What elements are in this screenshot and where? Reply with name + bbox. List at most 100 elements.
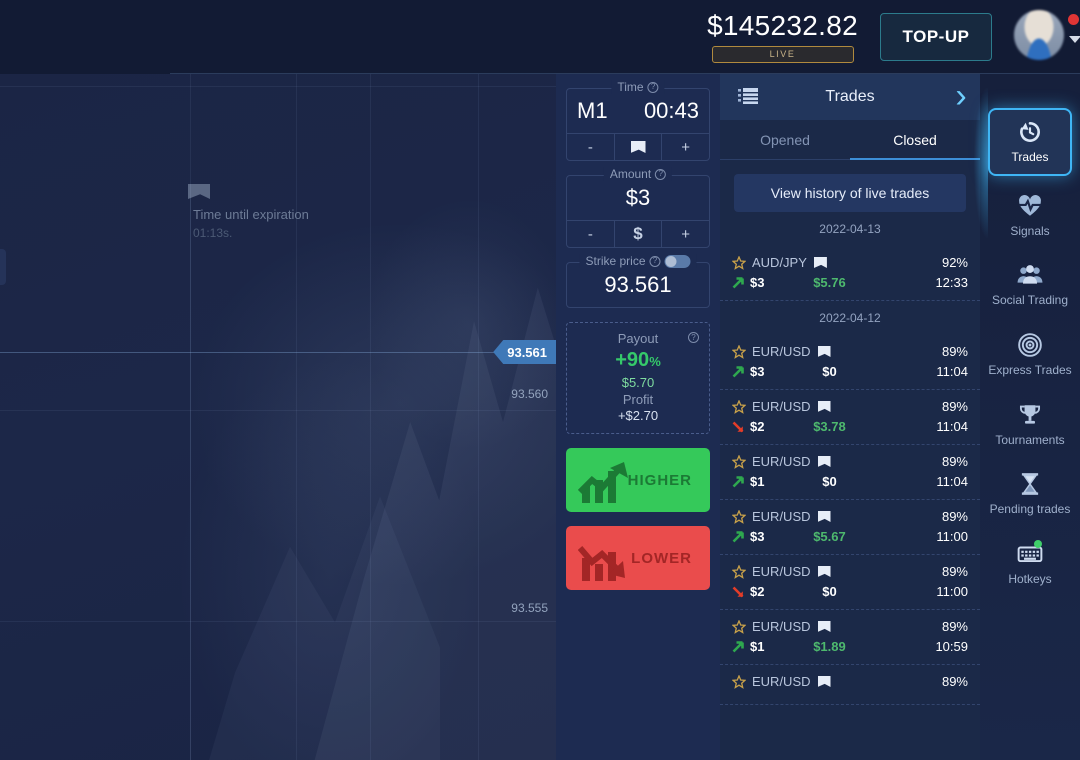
trade-row[interactable]: EUR/USD 89% (720, 665, 980, 705)
trade-row[interactable]: EUR/USD 89% $3 $5.67 11:00 (720, 500, 980, 555)
expiration-title: Time until expiration (193, 207, 309, 222)
time-plus-button[interactable]: + (661, 134, 709, 160)
strike-price-legend: Strike price ? (579, 254, 697, 268)
strike-price-value[interactable]: 93.561 (567, 263, 709, 307)
flag-icon (817, 676, 831, 687)
amount-stepper: - $ + (567, 220, 709, 247)
trade-amount: $3 (750, 364, 765, 379)
payout-percent-value: +90 (615, 349, 650, 371)
time-legend: Time ? (611, 80, 665, 94)
trade-row[interactable]: EUR/USD 89% $2 $3.78 11:04 (720, 390, 980, 445)
payout-amount: $5.70 (621, 375, 655, 390)
trade-row[interactable]: EUR/USD 89% $2 $0 11:00 (720, 555, 980, 610)
favorite-star-icon[interactable] (732, 509, 746, 524)
keyboard-icon (1017, 539, 1043, 567)
list-icon[interactable] (738, 88, 758, 105)
help-icon[interactable]: ? (688, 332, 699, 343)
tab-opened[interactable]: Opened (720, 120, 850, 159)
trade-row[interactable]: AUD/JPY 92% $3 $5.76 12:33 (720, 246, 980, 301)
strike-price-box[interactable]: 93.561 (566, 262, 710, 308)
time-box[interactable]: M1 00:43 - + (566, 88, 710, 161)
chart-gridline (296, 74, 297, 760)
balance-display[interactable]: $145232.82 LIVE (707, 11, 858, 63)
trade-row[interactable]: EUR/USD 89% $1 $1.89 10:59 (720, 610, 980, 665)
amount-plus-button[interactable]: + (661, 221, 709, 247)
sidebar-item-hotkeys[interactable]: Hotkeys (980, 532, 1080, 596)
lower-button-label: LOWER (631, 549, 692, 567)
tab-closed[interactable]: Closed (850, 120, 980, 160)
chart-left-handle[interactable] (0, 249, 6, 285)
time-minus-button[interactable]: - (567, 134, 614, 160)
sidebar-item-pending-trades[interactable]: Pending trades (980, 462, 1080, 526)
target-icon (1017, 332, 1043, 358)
time-countdown: 00:43 (643, 98, 699, 123)
trade-time: 10:59 (935, 639, 968, 654)
top-up-button[interactable]: TOP-UP (880, 13, 992, 61)
sidebar-item-tournaments[interactable]: Tournaments (980, 393, 1080, 457)
help-icon[interactable]: ? (647, 81, 659, 93)
price-chart[interactable]: Time until expiration 01:13s. 93.561 93.… (0, 74, 556, 760)
amount-box[interactable]: $3 - $ + (566, 175, 710, 248)
notification-dot-icon[interactable] (1068, 14, 1079, 25)
profile-menu[interactable] (1014, 10, 1080, 64)
live-badge-label: LIVE (769, 49, 796, 59)
trades-tabs: Opened Closed (720, 120, 980, 160)
history-clock-icon (1017, 119, 1043, 145)
chart-gridline (0, 410, 556, 411)
flag-icon (817, 511, 831, 522)
sidebar-glow (974, 88, 988, 238)
people-group-icon (1017, 262, 1043, 288)
sidebar-item-label: Signals (1010, 223, 1050, 238)
payout-profit-value: +$2.70 (617, 408, 659, 423)
help-icon[interactable]: ? (649, 255, 661, 267)
strike-price-toggle[interactable] (664, 254, 691, 268)
sidebar-item-express-trades[interactable]: Express Trades (980, 323, 1080, 387)
favorite-star-icon[interactable] (732, 255, 746, 270)
trades-list[interactable]: 2022-04-13 AUD/JPY 92% $3 $5.76 12:33 2022-04-… (720, 212, 980, 705)
chevron-right-icon[interactable]: › (948, 79, 974, 113)
trade-percent: 89% (941, 344, 968, 359)
expiration-marker-line (190, 184, 191, 760)
trade-time: 11:04 (936, 419, 968, 434)
higher-button[interactable]: HIGHER (566, 448, 710, 512)
favorite-star-icon[interactable] (732, 344, 746, 359)
amount-currency-button[interactable]: $ (613, 221, 662, 247)
time-flag-mode-button[interactable] (613, 134, 662, 160)
time-value-row: M1 00:43 (567, 89, 709, 133)
time-field: Time ? M1 00:43 - + (566, 80, 710, 161)
amount-legend-label: Amount (609, 167, 652, 181)
favorite-star-icon[interactable] (732, 564, 746, 579)
favorite-star-icon[interactable] (732, 399, 746, 414)
expiration-flag-icon (188, 184, 210, 199)
favorite-star-icon[interactable] (732, 619, 746, 634)
favorite-star-icon[interactable] (732, 674, 746, 689)
direction-up-icon (732, 276, 744, 288)
current-price-line (0, 352, 556, 353)
trade-row[interactable]: EUR/USD 89% $3 $0 11:04 (720, 335, 980, 390)
flag-icon (817, 456, 831, 467)
avatar[interactable] (1014, 10, 1064, 60)
trade-asset: EUR/USD (752, 344, 811, 359)
trade-percent: 89% (941, 399, 968, 414)
chevron-down-icon[interactable] (1069, 36, 1080, 43)
help-icon[interactable]: ? (655, 168, 667, 180)
trades-panel-title: Trades (825, 88, 875, 105)
sidebar-item-trades[interactable]: Trades (988, 108, 1072, 176)
sidebar-item-social-trading[interactable]: Social Trading (980, 253, 1080, 317)
direction-down-icon (732, 586, 744, 597)
favorite-star-icon[interactable] (732, 454, 746, 469)
current-price-tag: 93.561 (493, 340, 556, 364)
trade-time: 11:04 (936, 364, 968, 379)
trade-percent: 89% (941, 564, 968, 579)
lower-button[interactable]: LOWER (566, 526, 710, 590)
price-axis-label: 93.555 (511, 601, 548, 615)
sidebar-item-signals[interactable]: Signals (980, 184, 1080, 248)
amount-value[interactable]: $3 (567, 176, 709, 220)
trade-row[interactable]: EUR/USD 89% $1 $0 11:04 (720, 445, 980, 500)
trade-percent: 89% (941, 619, 968, 634)
amount-minus-button[interactable]: - (567, 221, 614, 247)
trade-asset: EUR/USD (752, 399, 811, 414)
live-account-badge[interactable]: LIVE (711, 45, 854, 63)
trade-percent: 89% (941, 454, 968, 469)
view-history-button[interactable]: View history of live trades (734, 174, 966, 212)
